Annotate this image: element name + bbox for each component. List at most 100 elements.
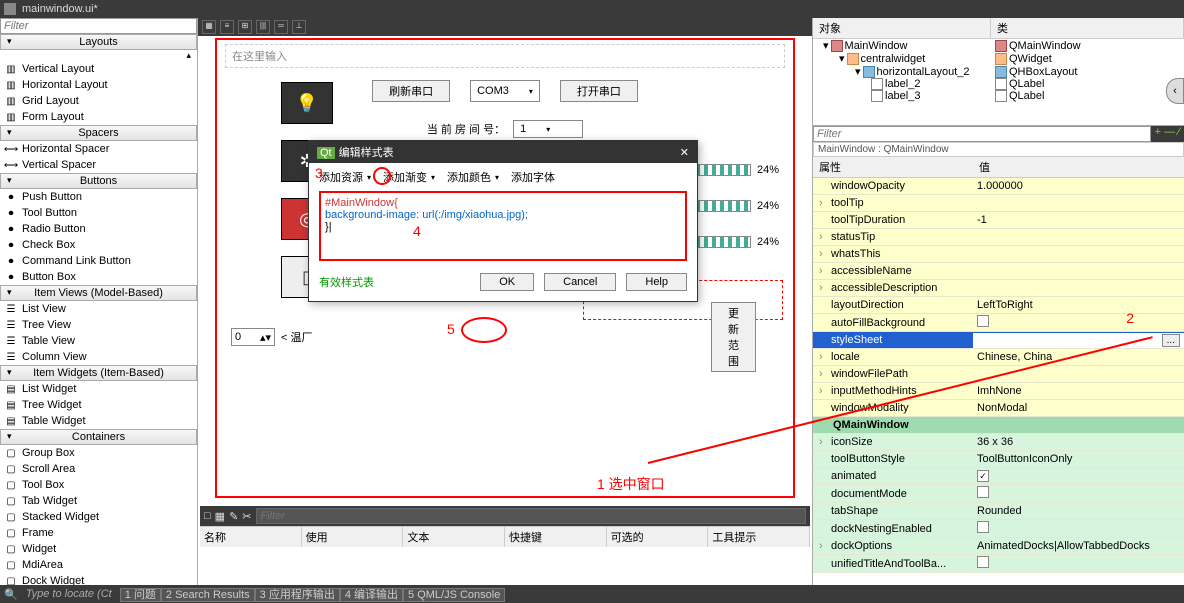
spinbox[interactable]: 0▴▾	[231, 328, 275, 346]
tool-icon[interactable]: ▦	[202, 20, 216, 34]
property-row-accessibleName[interactable]: accessibleName	[813, 263, 1184, 280]
section-header-spacers[interactable]: Spacers	[0, 125, 197, 141]
property-row-toolTipDuration[interactable]: toolTipDuration-1	[813, 212, 1184, 229]
widget-radio-button[interactable]: ⏺Radio Button	[0, 221, 197, 237]
tool-icon[interactable]: |||	[256, 20, 270, 34]
widget-table-view[interactable]: ☰Table View	[0, 333, 197, 349]
property-editor[interactable]: windowOpacity1.000000toolTiptoolTipDurat…	[813, 178, 1184, 595]
add-color-combo[interactable]: 添加颜色	[447, 169, 499, 185]
widget-tool-button[interactable]: ⏺Tool Button	[0, 205, 197, 221]
section-header-buttons[interactable]: Buttons	[0, 173, 197, 189]
refresh-serial-button[interactable]: 刷新串口	[372, 80, 450, 102]
bulb-icon[interactable]: 💡	[281, 82, 333, 124]
stylesheet-dots-button[interactable]: ...	[1162, 334, 1180, 347]
add-resource-combo[interactable]: 添加资源	[319, 169, 371, 185]
locator-icon[interactable]: 🔍	[4, 588, 18, 601]
widget-list-view[interactable]: ☰List View	[0, 301, 197, 317]
property-row-dockOptions[interactable]: dockOptionsAnimatedDocks|AllowTabbedDock…	[813, 538, 1184, 555]
widget-horizontal-layout[interactable]: ▥Horizontal Layout	[0, 77, 197, 93]
tree-row[interactable]: ▾ MainWindowQMainWindow	[813, 39, 1184, 52]
widget-vertical-spacer[interactable]: ⟷Vertical Spacer	[0, 157, 197, 173]
widget-check-box[interactable]: ⏺Check Box	[0, 237, 197, 253]
ok-button[interactable]: OK	[480, 273, 534, 291]
action-filter-input[interactable]	[256, 508, 807, 524]
widget-list-widget[interactable]: ▤List Widget	[0, 381, 197, 397]
close-icon[interactable]: ✕	[680, 146, 689, 159]
property-row-inputMethodHints[interactable]: inputMethodHintsImhNone	[813, 383, 1184, 400]
section-header-itemviews[interactable]: Item Views (Model-Based)	[0, 285, 197, 301]
property-row-documentMode[interactable]: documentMode	[813, 485, 1184, 503]
output-tab[interactable]: 3 应用程序输出	[255, 588, 340, 602]
property-row-whatsThis[interactable]: whatsThis	[813, 246, 1184, 263]
designer-toolbar[interactable]: ▦ ≡ ⊞ ||| ═ ⊥	[198, 18, 812, 36]
filter-buttons[interactable]: + — ∕	[1151, 126, 1184, 142]
property-row-locale[interactable]: localeChinese, China	[813, 349, 1184, 366]
lineedit-placeholder[interactable]: 在这里输入	[225, 44, 785, 68]
widget-stacked-widget[interactable]: ▢Stacked Widget	[0, 509, 197, 525]
section-header-containers[interactable]: Containers	[0, 429, 197, 445]
tool-icon[interactable]: ▦	[215, 510, 225, 523]
widget-widget[interactable]: ▢Widget	[0, 541, 197, 557]
add-font-button[interactable]: 添加字体	[511, 169, 555, 185]
collapse-icon[interactable]: ‹	[1166, 78, 1184, 104]
tree-row[interactable]: label_2QLabel	[813, 78, 1184, 90]
property-row-iconSize[interactable]: iconSize36 x 36	[813, 434, 1184, 451]
section-header-layouts[interactable]: Layouts	[0, 34, 197, 50]
tool-icon[interactable]: ⊥	[292, 20, 306, 34]
output-tab[interactable]: 2 Search Results	[161, 588, 255, 602]
widget-grid-layout[interactable]: ▥Grid Layout	[0, 93, 197, 109]
property-row-statusTip[interactable]: statusTip	[813, 229, 1184, 246]
property-row-accessibleDescription[interactable]: accessibleDescription	[813, 280, 1184, 297]
widget-tool-box[interactable]: ▢Tool Box	[0, 477, 197, 493]
widget-frame[interactable]: ▢Frame	[0, 525, 197, 541]
widget-group-box[interactable]: ▢Group Box	[0, 445, 197, 461]
property-row-styleSheet[interactable]: styleSheet...	[813, 332, 1184, 349]
cancel-button[interactable]: Cancel	[544, 273, 616, 291]
widget-push-button[interactable]: ⏺Push Button	[0, 189, 197, 205]
property-row-dockNestingEnabled[interactable]: dockNestingEnabled	[813, 520, 1184, 538]
object-inspector[interactable]: 对象 类 ▾ MainWindowQMainWindow▾ centralwid…	[813, 18, 1184, 126]
output-tab[interactable]: 4 编译输出	[340, 588, 403, 602]
tool-icon[interactable]: ✎	[229, 510, 238, 523]
property-row-windowOpacity[interactable]: windowOpacity1.000000	[813, 178, 1184, 195]
open-serial-button[interactable]: 打开串口	[560, 80, 638, 102]
tool-icon[interactable]: ≡	[220, 20, 234, 34]
com-combo[interactable]: COM3	[470, 80, 540, 102]
widget-tree-view[interactable]: ☰Tree View	[0, 317, 197, 333]
room-combo[interactable]: 1	[513, 120, 583, 138]
widget-tab-widget[interactable]: ▢Tab Widget	[0, 493, 197, 509]
property-row-unifiedTitleAndToolBa...[interactable]: unifiedTitleAndToolBa...	[813, 555, 1184, 573]
widget-mdiarea[interactable]: ▢MdiArea	[0, 557, 197, 573]
property-row-tabShape[interactable]: tabShapeRounded	[813, 503, 1184, 520]
help-button[interactable]: Help	[626, 273, 687, 291]
property-row-QMainWindow[interactable]: QMainWindow	[813, 417, 1184, 434]
widget-tree-widget[interactable]: ▤Tree Widget	[0, 397, 197, 413]
action-toolbar[interactable]: □ ▦ ✎ ✂	[200, 506, 810, 526]
output-tab[interactable]: 5 QML/JS Console	[403, 588, 505, 602]
widget-form-layout[interactable]: ▥Form Layout	[0, 109, 197, 125]
tool-icon[interactable]: ═	[274, 20, 288, 34]
section-header-itemwidgets[interactable]: Item Widgets (Item-Based)	[0, 365, 197, 381]
tree-row[interactable]: ▾ horizontalLayout_2QHBoxLayout	[813, 65, 1184, 78]
widget-scroll-area[interactable]: ▢Scroll Area	[0, 461, 197, 477]
output-tab[interactable]: 1 问题	[120, 588, 161, 602]
tree-row[interactable]: ▾ centralwidgetQWidget	[813, 52, 1184, 65]
tree-row[interactable]: label_3QLabel	[813, 90, 1184, 102]
widget-horizontal-spacer[interactable]: ⟷Horizontal Spacer	[0, 141, 197, 157]
widget-command-link-button[interactable]: ⏺Command Link Button	[0, 253, 197, 269]
property-filter-input[interactable]	[813, 126, 1151, 142]
tool-icon[interactable]: □	[204, 510, 211, 522]
widget-vertical-layout[interactable]: ▥Vertical Layout	[0, 61, 197, 77]
update-range-button[interactable]: 更新范围	[711, 302, 756, 372]
property-row-toolTip[interactable]: toolTip	[813, 195, 1184, 212]
widget-filter-input[interactable]	[0, 18, 197, 34]
widget-button-box[interactable]: ⏺Button Box	[0, 269, 197, 285]
tool-icon[interactable]: ✂	[242, 510, 251, 523]
property-row-toolButtonStyle[interactable]: toolButtonStyleToolButtonIconOnly	[813, 451, 1184, 468]
locator-input[interactable]: Type to locate (Ct	[26, 588, 112, 600]
stylesheet-textarea[interactable]: #MainWindow{ background-image: url(:/img…	[319, 191, 687, 261]
property-row-animated[interactable]: animated✓	[813, 468, 1184, 485]
tool-icon[interactable]: ⊞	[238, 20, 252, 34]
widget-table-widget[interactable]: ▤Table Widget	[0, 413, 197, 429]
widget-column-view[interactable]: ☰Column View	[0, 349, 197, 365]
